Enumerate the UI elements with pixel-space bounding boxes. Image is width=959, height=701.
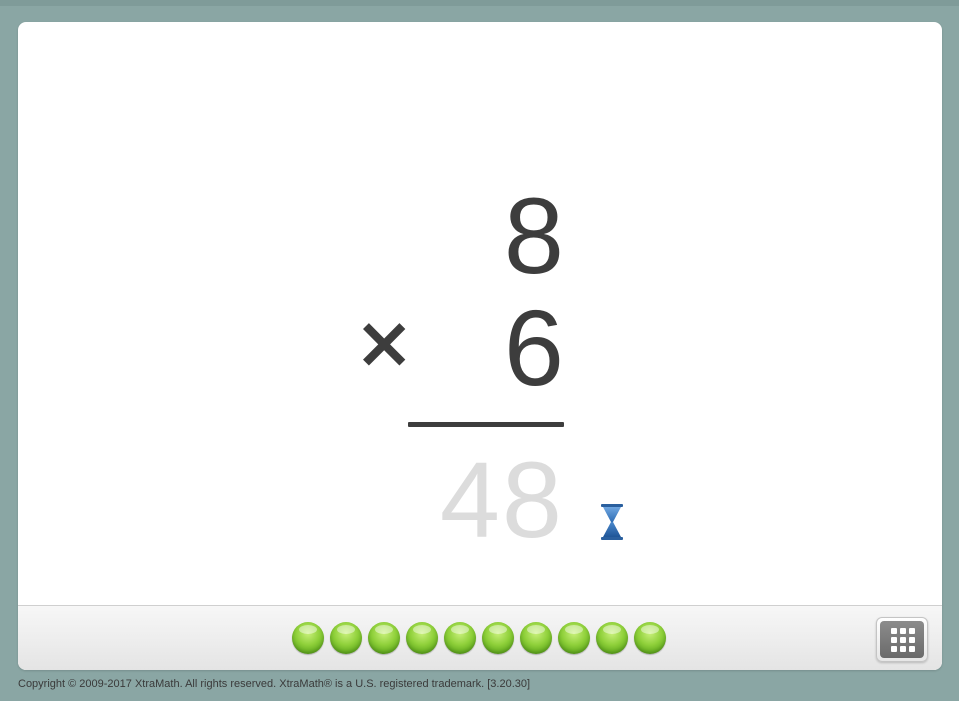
progress-dot xyxy=(368,622,400,654)
progress-dot xyxy=(558,622,590,654)
answer-hint[interactable]: 48 xyxy=(418,446,564,554)
progress-dot xyxy=(520,622,552,654)
keypad-button[interactable] xyxy=(876,617,928,662)
top-strip xyxy=(0,0,959,6)
keypad-button-face xyxy=(880,621,924,658)
top-operand: 8 xyxy=(503,175,564,296)
bottom-operand: 6 xyxy=(503,287,564,408)
progress-dot xyxy=(444,622,476,654)
math-problem: 8 × 6 48 xyxy=(18,22,942,605)
multiply-operator: × xyxy=(354,300,415,384)
progress-bar xyxy=(18,605,942,670)
progress-dot xyxy=(406,622,438,654)
answer-line xyxy=(408,422,564,427)
quiz-card: 8 × 6 48 xyxy=(18,22,942,670)
progress-dot xyxy=(596,622,628,654)
progress-dots xyxy=(290,622,670,656)
progress-dot xyxy=(330,622,362,654)
progress-dot xyxy=(634,622,666,654)
progress-dot xyxy=(482,622,514,654)
copyright-text: Copyright © 2009-2017 XtraMath. All righ… xyxy=(18,678,531,690)
keypad-icon xyxy=(891,628,915,652)
hourglass-icon xyxy=(601,504,623,540)
progress-dot xyxy=(292,622,324,654)
